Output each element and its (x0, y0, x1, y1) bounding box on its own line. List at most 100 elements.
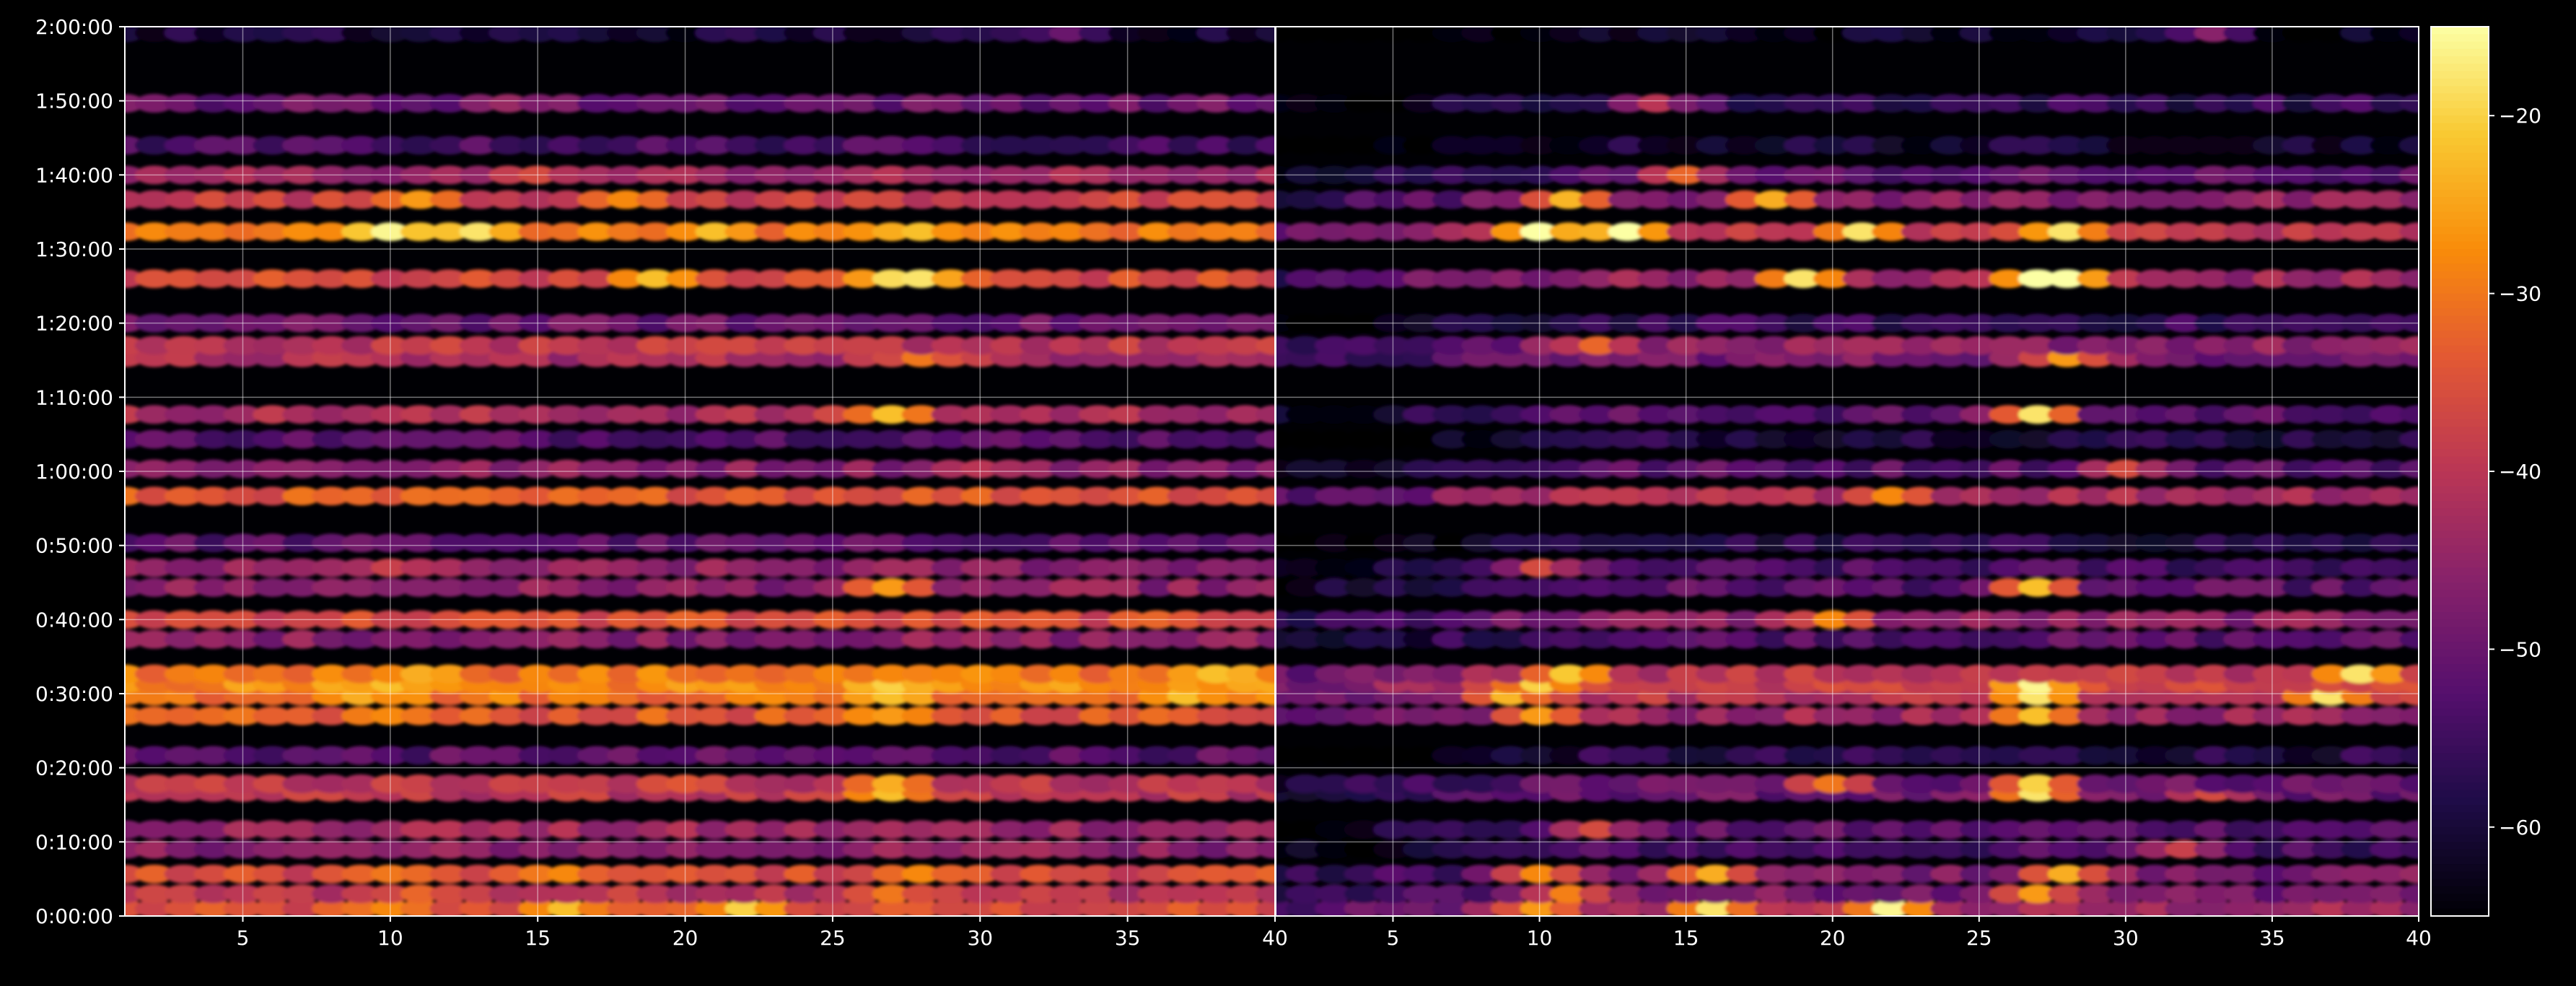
colorbar-segment (2431, 538, 2489, 546)
x-tick-label: 30 (967, 926, 993, 950)
colorbar-segment (2431, 234, 2489, 243)
colorbar-segment (2431, 597, 2489, 606)
colorbar-tick-label: −40 (2499, 460, 2541, 484)
x-tick-label: 5 (237, 926, 250, 950)
colorbar-segment (2431, 211, 2489, 220)
colorbar-segment (2431, 723, 2489, 731)
colorbar-segment (2431, 256, 2489, 265)
colorbar-segment (2431, 663, 2489, 672)
colorbar-segment (2431, 819, 2489, 828)
colorbar-segment (2431, 730, 2489, 739)
y-tick-label: 0:10:00 (35, 830, 113, 854)
colorbar-segment (2431, 160, 2489, 168)
colorbar-segment (2431, 871, 2489, 880)
colorbar-segment (2431, 531, 2489, 538)
colorbar-segment (2431, 219, 2489, 227)
colorbar-segment (2431, 411, 2489, 420)
colorbar-segment (2431, 130, 2489, 139)
colorbar-segment (2431, 583, 2489, 590)
colorbar-segment (2431, 790, 2489, 798)
y-tick-label: 0:40:00 (35, 608, 113, 632)
heatmap-panel-right: 5 10 15 20 25 30 35 40 (1275, 26, 2432, 950)
colorbar-segment (2431, 508, 2489, 517)
colorbar-segment (2431, 367, 2489, 376)
colorbar-segment (2431, 86, 2489, 94)
colorbar-segment (2431, 886, 2489, 894)
colorbar-segment (2431, 145, 2489, 154)
x-tick-label: 30 (2113, 926, 2139, 950)
colorbar-segment (2431, 397, 2489, 406)
heatmap-chart: 5 10 15 20 25 30 35 40 5 10 15 20 25 30 35 40 0:00:00 0… (0, 0, 2576, 983)
colorbar-segment (2431, 463, 2489, 472)
y-tick-label: 1:00:00 (35, 460, 113, 484)
colorbar-segment (2431, 315, 2489, 324)
colorbar-segment (2431, 715, 2489, 724)
colorbar-segment (2431, 560, 2489, 569)
heatmap-panel-left: 5 10 15 20 25 30 35 40 (124, 26, 1288, 950)
colorbar-segment (2431, 323, 2489, 331)
colorbar-segment (2431, 56, 2489, 64)
colorbar-segment (2431, 471, 2489, 479)
colorbar-segment (2431, 479, 2489, 487)
colorbar-segment (2431, 308, 2489, 316)
colorbar-segment (2431, 427, 2489, 435)
colorbar-segment (2431, 671, 2489, 680)
colorbar-tick-label: −20 (2499, 104, 2541, 128)
colorbar-segment (2431, 649, 2489, 658)
colorbar-segment (2431, 263, 2489, 272)
colorbar-segment (2431, 227, 2489, 235)
colorbar-segment (2431, 100, 2489, 109)
colorbar-tick-label: −50 (2499, 637, 2541, 661)
colorbar-segment (2431, 138, 2489, 146)
colorbar-segment (2431, 300, 2489, 309)
colorbar-segment (2431, 48, 2489, 57)
colorbar-segment (2431, 152, 2489, 161)
colorbar-segment (2431, 330, 2489, 339)
x-tick-label: 10 (1527, 926, 1553, 950)
colorbar-segment (2431, 241, 2489, 250)
colorbar-segment (2431, 753, 2489, 761)
colorbar-segment (2431, 441, 2489, 450)
x-tick-label: 35 (2259, 926, 2285, 950)
colorbar-segment (2431, 686, 2489, 694)
colorbar-segment (2431, 34, 2489, 43)
y-tick-label: 1:30:00 (35, 237, 113, 261)
colorbar-segment (2431, 293, 2489, 302)
colorbar-segment (2431, 197, 2489, 205)
colorbar-segment (2431, 545, 2489, 554)
colorbar-segment (2431, 812, 2489, 821)
colorbar-segment (2431, 449, 2489, 458)
colorbar-segment (2431, 775, 2489, 783)
x-tick-label: 35 (1115, 926, 1141, 950)
colorbar-segment (2431, 894, 2489, 902)
colorbar-segment (2431, 760, 2489, 769)
colorbar-segment (2431, 834, 2489, 842)
colorbar-segment (2431, 189, 2489, 198)
x-tick-label: 40 (2406, 926, 2432, 950)
colorbar-segment (2431, 279, 2489, 287)
x-tick-label: 10 (377, 926, 403, 950)
colorbar-segment (2431, 78, 2489, 87)
colorbar-segment (2431, 590, 2489, 598)
colorbar-segment (2431, 419, 2489, 427)
colorbar-segment (2431, 604, 2489, 613)
colorbar-segment (2431, 108, 2489, 116)
colorbar-segment (2431, 805, 2489, 813)
colorbar-segment (2431, 286, 2489, 295)
colorbar-segment (2431, 767, 2489, 776)
colorbar-segment (2431, 404, 2489, 413)
colorbar-segment (2431, 656, 2489, 665)
y-tick-label: 2:00:00 (35, 15, 113, 39)
colorbar-segment (2431, 856, 2489, 865)
colorbar-segment (2431, 708, 2489, 717)
colorbar-segment (2431, 382, 2489, 391)
colorbar-segment (2431, 360, 2489, 368)
chart-figure: 5 10 15 20 25 30 35 40 5 10 15 20 25 30 35 40 0:00:00 0… (0, 0, 2576, 983)
colorbar-segment (2431, 352, 2489, 361)
colorbar-segment (2431, 249, 2489, 257)
colorbar-segment (2431, 694, 2489, 702)
colorbar-segment (2431, 908, 2489, 917)
x-tick-label: 40 (1262, 926, 1288, 950)
y-tick-label: 1:40:00 (35, 163, 113, 187)
colorbar-segment (2431, 338, 2489, 346)
